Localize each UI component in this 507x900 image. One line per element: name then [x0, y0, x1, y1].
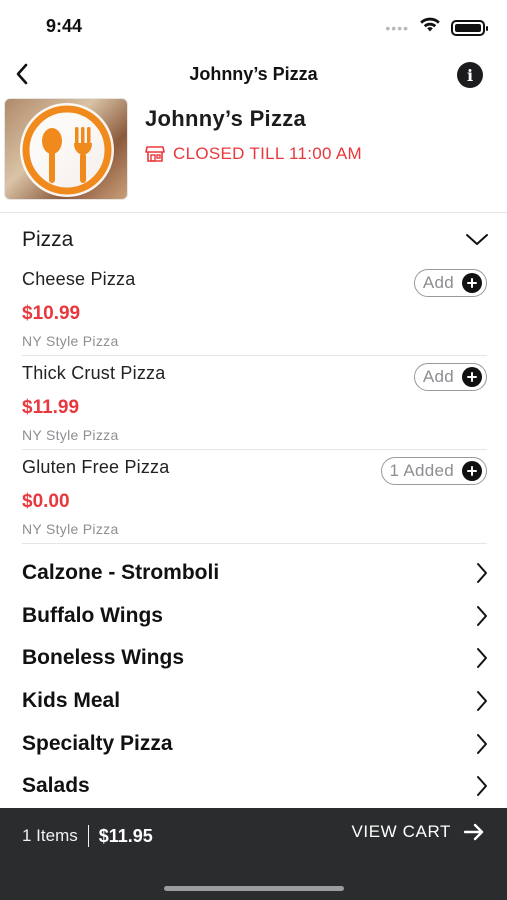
category-label: Boneless Wings [22, 646, 185, 669]
cart-total: $11.95 [98, 825, 153, 846]
add-button-label: Add [422, 367, 454, 386]
item-description: NY Style Pizza [22, 521, 119, 537]
category-boneless-wings[interactable]: Boneless Wings [22, 640, 489, 676]
plus-icon [462, 461, 482, 481]
nav-bar: Johnny’s Pizza i [0, 52, 507, 96]
closed-status-text: CLOSED TILL 11:00 AM [173, 144, 362, 163]
category-calzone-stromboli[interactable]: Calzone - Stromboli [22, 555, 489, 591]
battery-icon [451, 19, 488, 36]
view-cart-label: VIEW CART [351, 822, 451, 841]
category-pizza[interactable]: Pizza [22, 224, 489, 256]
home-indicator[interactable] [164, 886, 344, 891]
chevron-right-icon [477, 691, 487, 711]
category-label: Buffalo Wings [22, 604, 163, 627]
info-icon: i [466, 65, 474, 85]
arrow-right-icon [463, 823, 484, 841]
item-price: $10.99 [22, 303, 81, 324]
item-price: $0.00 [22, 491, 70, 512]
menu-item[interactable]: Cheese Pizza $10.99 NY Style Pizza Add [22, 269, 487, 363]
status-bar: 9:44 •••• [0, 0, 507, 52]
category-label: Salads [22, 774, 90, 797]
restaurant-name: Johnny’s Pizza [145, 106, 307, 131]
add-button-label: Add [422, 273, 454, 292]
status-icons: •••• [385, 17, 488, 38]
divider [22, 449, 487, 450]
category-label: Pizza [22, 228, 74, 251]
item-description: NY Style Pizza [22, 333, 119, 349]
cart-summary: 1 Items $11.95 [22, 825, 153, 847]
store-status: CLOSED TILL 11:00 AM [145, 144, 362, 164]
added-button[interactable]: 1 Added [380, 457, 487, 485]
wifi-icon [419, 17, 441, 38]
cart-separator [87, 825, 89, 847]
category-buffalo-wings[interactable]: Buffalo Wings [22, 598, 489, 634]
add-button-label: 1 Added [389, 461, 454, 480]
category-kids-meal[interactable]: Kids Meal [22, 683, 489, 719]
restaurant-header: Johnny’s Pizza CLOSED TILL 11:00 AM [0, 96, 507, 212]
category-salads[interactable]: Salads [22, 768, 489, 804]
add-button[interactable]: Add [413, 269, 487, 297]
item-price: $11.99 [22, 397, 80, 418]
info-button[interactable]: i [457, 62, 483, 88]
chevron-right-icon [477, 563, 487, 583]
divider [0, 212, 507, 213]
add-button[interactable]: Add [413, 363, 487, 391]
plus-icon [462, 273, 482, 293]
spoon-fork-logo [20, 103, 114, 197]
storefront-icon [145, 146, 165, 162]
page-title: Johnny’s Pizza [189, 64, 318, 84]
divider [22, 543, 487, 544]
category-specialty-pizza[interactable]: Specialty Pizza [22, 726, 489, 762]
item-description: NY Style Pizza [22, 427, 119, 443]
item-name: Thick Crust Pizza [22, 363, 166, 383]
status-time: 9:44 [46, 16, 83, 36]
cart-item-count: 1 Items [22, 826, 78, 845]
chevron-down-icon [466, 234, 488, 245]
chevron-right-icon [477, 606, 487, 626]
category-label: Specialty Pizza [22, 732, 173, 755]
menu-item[interactable]: Thick Crust Pizza $11.99 NY Style Pizza … [22, 363, 487, 457]
chevron-right-icon [477, 776, 487, 796]
item-name: Cheese Pizza [22, 269, 136, 289]
category-label: Calzone - Stromboli [22, 561, 220, 584]
restaurant-logo [4, 98, 128, 200]
cellular-dots-icon: •••• [385, 19, 409, 36]
chevron-right-icon [477, 734, 487, 754]
menu-item[interactable]: Gluten Free Pizza $0.00 NY Style Pizza 1… [22, 457, 487, 551]
item-name: Gluten Free Pizza [22, 457, 170, 477]
category-label: Kids Meal [22, 689, 121, 712]
plus-icon [462, 367, 482, 387]
view-cart-button[interactable]: VIEW CART [351, 822, 485, 842]
chevron-right-icon [477, 648, 487, 668]
divider [22, 355, 487, 356]
